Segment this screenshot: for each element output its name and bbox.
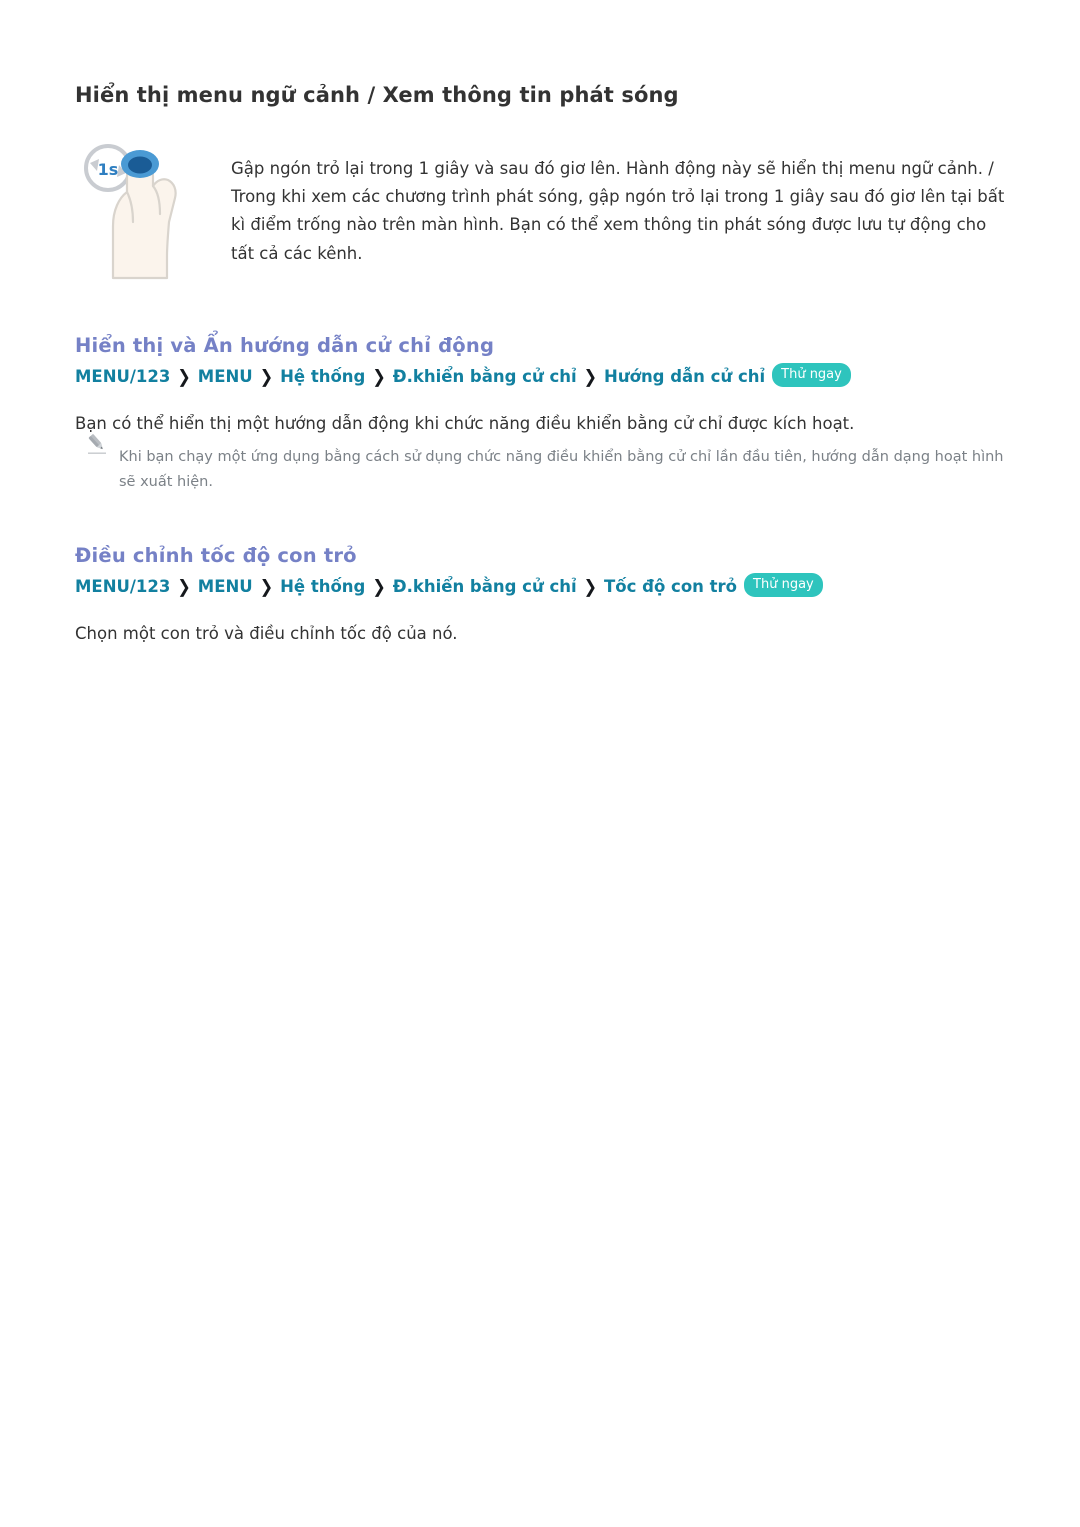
menu-path-item-2[interactable]: Hệ thống (280, 577, 365, 596)
page-title: Hiển thị menu ngữ cảnh / Xem thông tin p… (75, 83, 679, 108)
chevron-right-icon: ❯ (177, 575, 191, 597)
gesture-description-text: Gập ngón trỏ lại trong 1 giây và sau đó … (231, 158, 1005, 263)
note-gesture-guide: Khi bạn chạy một ứng dụng bằng cách sử d… (85, 430, 1005, 510)
chevron-right-icon: ❯ (259, 365, 274, 387)
press-indicator-icon (121, 150, 159, 178)
section-heading-gesture-guide: Hiển thị và Ẩn hướng dẫn cử chỉ động (75, 334, 495, 358)
menu-path-item-3[interactable]: Đ.khiển bằng cử chỉ (393, 367, 577, 386)
chevron-right-icon: ❯ (177, 365, 191, 387)
menu-path-item-2[interactable]: Hệ thống (280, 367, 365, 386)
gesture-description-block: 1s Gập ngón trỏ lại trong 1 giây và sau … (75, 130, 1010, 285)
try-now-badge[interactable]: Thử ngay (772, 363, 851, 387)
menu-path-gesture-guide: MENU/123 ❯ MENU ❯ Hệ thống ❯ Đ.khiển bằn… (75, 363, 851, 388)
menu-path-item-0[interactable]: MENU/123 (75, 577, 170, 596)
chevron-right-icon: ❯ (583, 575, 598, 597)
chevron-right-icon: ❯ (372, 365, 386, 387)
section-heading-pointer-speed: Điều chỉnh tốc độ con trỏ (75, 544, 357, 568)
try-now-badge[interactable]: Thử ngay (744, 573, 823, 597)
body-text-pointer-speed: Chọn một con trỏ và điều chỉnh tốc độ củ… (75, 623, 458, 643)
menu-path-item-1[interactable]: MENU (198, 577, 253, 596)
pencil-note-icon (85, 430, 115, 460)
menu-path-item-3[interactable]: Đ.khiển bằng cử chỉ (393, 577, 577, 596)
hand-index-finger-hold-1s-icon: 1s (75, 130, 225, 280)
menu-path-item-4[interactable]: Hướng dẫn cử chỉ (604, 367, 765, 386)
menu-path-item-0[interactable]: MENU/123 (75, 367, 170, 386)
menu-path-pointer-speed: MENU/123 ❯ MENU ❯ Hệ thống ❯ Đ.khiển bằn… (75, 573, 823, 598)
chevron-right-icon: ❯ (583, 365, 598, 387)
menu-path-item-1[interactable]: MENU (198, 367, 253, 386)
menu-path-item-4[interactable]: Tốc độ con trỏ (604, 577, 737, 596)
chevron-right-icon: ❯ (372, 575, 386, 597)
svg-text:1s: 1s (98, 160, 119, 179)
chevron-right-icon: ❯ (259, 575, 274, 597)
manual-page: Hiển thị menu ngữ cảnh / Xem thông tin p… (0, 0, 1080, 1527)
note-text-gesture-guide: Khi bạn chạy một ứng dụng bằng cách sử d… (119, 448, 1004, 490)
